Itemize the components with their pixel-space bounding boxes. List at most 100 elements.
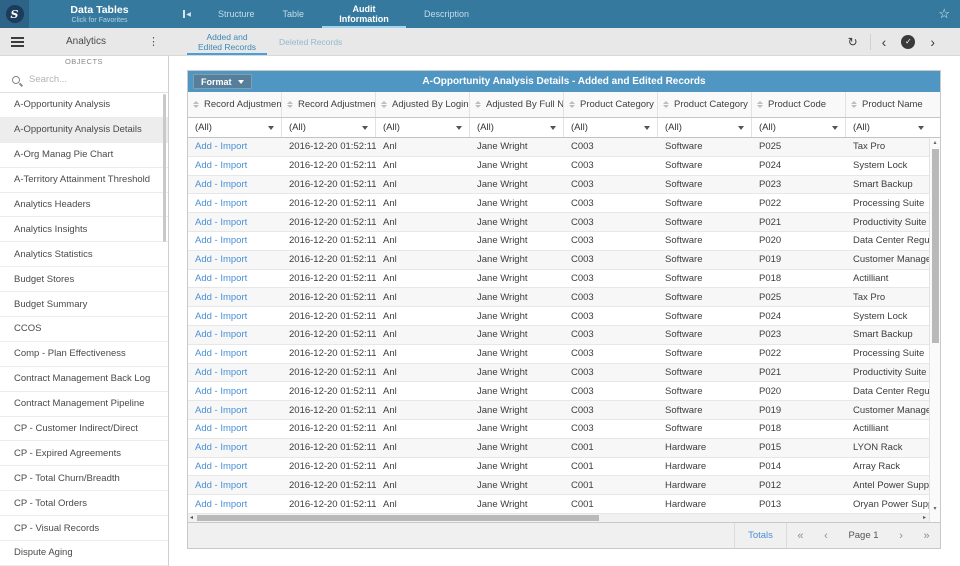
sidebar-item-cp-total-churn-breadth[interactable]: CP - Total Churn/Breadth [0,466,168,492]
next-page-icon[interactable]: › [899,530,903,542]
sidebar-scrollbar[interactable] [163,94,166,242]
sidebar-item-a-org-manag-pie-chart[interactable]: A-Org Manag Pie Chart [0,143,168,168]
search-input[interactable] [29,74,139,85]
record-adjustment-link[interactable]: Add - Import [195,217,247,228]
horizontal-scroll-thumb[interactable] [197,515,599,521]
subtab-deleted-records[interactable]: Deleted Records [269,28,352,55]
sidebar-item-contract-management-pipeline[interactable]: Contract Management Pipeline [0,392,168,417]
table-cell: Jane Wright [477,385,528,397]
sidebar-item-analytics-headers[interactable]: Analytics Headers [0,193,168,218]
sidebar-item-budget-summary[interactable]: Budget Summary [0,292,168,318]
table-cell: Software [665,310,703,322]
record-adjustment-link[interactable]: Add - Import [195,348,247,359]
record-adjustment-link[interactable]: Add - Import [195,367,247,378]
record-adjustment-link[interactable]: Add - Import [195,329,247,340]
column-header-adjusted-by-login-id[interactable]: Adjusted By Login ID... [376,92,470,117]
column-header-product-name[interactable]: Product Name [846,92,940,117]
next-button[interactable]: › [919,34,946,50]
table-cell: 2016-12-20 01:52:11 [289,498,376,510]
tab-audit-information[interactable]: Audit Information [318,0,410,28]
format-button[interactable]: Format [193,74,252,89]
tab-table[interactable]: Table [269,0,319,28]
vertical-scroll-thumb[interactable] [932,149,939,343]
sidebar-item-cp-expired-agreements[interactable]: CP - Expired Agreements [0,441,168,467]
sidebar-item-analytics-insights[interactable]: Analytics Insights [0,217,168,243]
record-adjustment-link[interactable]: Add - Import [195,499,247,510]
record-adjustment-link[interactable]: Add - Import [195,254,247,265]
sidebar-item-dispute-aging[interactable]: Dispute Aging [0,541,168,566]
sidebar-item-analytics-statistics[interactable]: Analytics Statistics [0,242,168,268]
filter-dropdown-product-name[interactable]: (All) [846,118,940,137]
prev-page-icon[interactable]: ‹ [824,530,828,542]
scroll-down-icon[interactable]: ▾ [930,504,940,514]
table-row: Add - Import 2016-12-20 01:52:11 Anl Jane W… [188,476,940,496]
sidebar-item-a-opportunity-analysis[interactable]: A-Opportunity Analysis [0,93,168,118]
scroll-left-icon[interactable]: ◂ [190,514,193,522]
last-page-icon[interactable]: » [924,530,930,542]
record-adjustment-link[interactable]: Add - Import [195,273,247,284]
filter-dropdown-adjusted-by-login-id[interactable]: (All) [376,118,470,137]
record-adjustment-link[interactable]: Add - Import [195,442,247,453]
sidebar-item-contract-management-back-log[interactable]: Contract Management Back Log [0,367,168,392]
filter-dropdown-adjusted-by-full-na[interactable]: (All) [470,118,564,137]
sidebar-item-a-opportunity-analysis-details[interactable]: A-Opportunity Analysis Details [0,117,168,143]
scroll-right-icon[interactable]: ▸ [923,514,926,522]
tab-description[interactable]: Description [410,0,483,28]
column-header-product-code[interactable]: Product Code [752,92,846,117]
kebab-menu-button[interactable]: ⋮ [138,28,169,55]
record-adjustment-link[interactable]: Add - Import [195,461,247,472]
column-header-product-category-id[interactable]: Product Category ID [564,92,658,117]
filter-dropdown-product-code[interactable]: (All) [752,118,846,137]
record-adjustment-link[interactable]: Add - Import [195,405,247,416]
collapse-panel-button[interactable]: ◀ [170,0,204,28]
refresh-button[interactable]: ↻ [836,35,870,49]
scroll-up-icon[interactable]: ▴ [930,138,940,148]
record-adjustment-link[interactable]: Add - Import [195,292,247,303]
filter-dropdown-product-category[interactable]: (All) [658,118,752,137]
sidebar-item-budget-stores[interactable]: Budget Stores [0,267,168,293]
record-adjustment-link[interactable]: Add - Import [195,160,247,171]
app-logo[interactable]: S [0,0,29,28]
horizontal-scrollbar[interactable]: ◂ ▸ [188,514,940,522]
column-header-adjusted-by-full-na[interactable]: Adjusted By Full Na... [470,92,564,117]
table-row: Add - Import 2016-12-20 01:52:11 Anl Jane W… [188,345,940,364]
filter-dropdown-record-adjustment-t[interactable]: (All) [188,118,282,137]
subtab-added-and-edited-records[interactable]: Added and Edited Records [185,28,269,55]
tab-structure[interactable]: Structure [204,0,269,28]
previous-button[interactable]: ‹ [871,34,898,50]
first-page-icon[interactable]: « [797,530,803,542]
table-cell: Add - Import [188,499,282,510]
column-header-record-adjustment[interactable]: Record Adjustment ... [282,92,376,117]
column-header-product-category[interactable]: Product Category [658,92,752,117]
filter-dropdown-record-adjustment[interactable]: (All) [282,118,376,137]
apply-button[interactable]: ✓ [901,34,916,49]
record-adjustment-link[interactable]: Add - Import [195,179,247,190]
app-title-block[interactable]: Data Tables Click for Favorites [29,0,170,28]
record-adjustment-link[interactable]: Add - Import [195,311,247,322]
record-adjustment-link[interactable]: Add - Import [195,480,247,491]
sort-desc-icon [287,105,293,108]
dropdown-caret-icon [550,125,556,130]
record-adjustment-link[interactable]: Add - Import [195,141,247,152]
sidebar-item-a-territory-attainment-threshold[interactable]: A-Territory Attainment Threshold [0,168,168,193]
record-adjustment-link[interactable]: Add - Import [195,386,247,397]
hamburger-menu-button[interactable] [0,28,34,55]
sidebar-item-ccos[interactable]: CCOS [0,317,168,342]
objects-section-label: OBJECTS [64,57,104,66]
vertical-scrollbar[interactable]: ▴ ▾ [929,138,940,514]
favorite-star-button[interactable]: ☆ [938,0,960,28]
totals-link[interactable]: Totals [734,523,786,548]
table-cell: 2016-12-20 01:52:11 [289,329,376,341]
filter-dropdown-product-category-id[interactable]: (All) [564,118,658,137]
sidebar-item-comp-plan-effectiveness[interactable]: Comp - Plan Effectiveness [0,342,168,367]
table-cell: Customer Management [853,254,940,266]
record-adjustment-link[interactable]: Add - Import [195,198,247,209]
sidebar-item-cp-customer-indirect-direct[interactable]: CP - Customer Indirect/Direct [0,417,168,442]
record-adjustment-link[interactable]: Add - Import [195,423,247,434]
record-adjustment-link[interactable]: Add - Import [195,235,247,246]
sidebar-item-cp-total-orders[interactable]: CP - Total Orders [0,491,168,517]
table-row: Add - Import 2016-12-20 01:52:11 Anl Jane W… [188,382,940,402]
sidebar-item-cp-visual-records[interactable]: CP - Visual Records [0,516,168,542]
column-header-record-adjustment-t[interactable]: Record Adjustment T... [188,92,282,117]
table-cell: Add - Import [188,329,282,340]
